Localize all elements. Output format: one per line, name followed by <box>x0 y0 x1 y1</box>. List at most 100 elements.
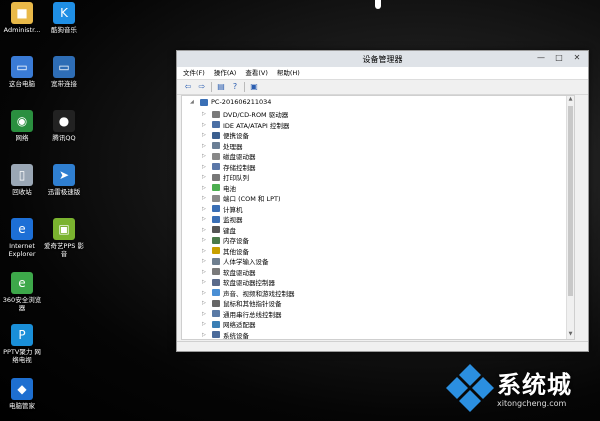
device-category-node[interactable]: ▷ 软盘驱动器 <box>202 267 256 277</box>
device-category-node[interactable]: ▷ 其他设备 <box>202 246 249 256</box>
desktop-icon-pc-manager[interactable]: ◆ 电脑管家 <box>0 378 44 410</box>
toolbar-separator <box>211 82 212 92</box>
device-category-icon <box>212 184 220 191</box>
expand-arrow-icon[interactable]: ▷ <box>202 227 208 233</box>
broadband-icon: ▭ <box>53 56 75 78</box>
expand-arrow-icon[interactable]: ▷ <box>202 174 208 180</box>
device-category-node[interactable]: ▷ 监视器 <box>202 214 243 224</box>
expand-arrow-icon[interactable]: ▷ <box>202 216 208 222</box>
device-category-node[interactable]: ▷ 内存设备 <box>202 235 249 245</box>
update-driver-icon[interactable]: ▣ <box>249 82 259 92</box>
expand-arrow-icon[interactable]: ▷ <box>202 321 208 327</box>
device-category-node[interactable]: ▷ 磁盘驱动器 <box>202 151 256 161</box>
device-category-node[interactable]: ▷ 电池 <box>202 183 236 193</box>
desktop-icon-kugou-music[interactable]: K 酷狗音乐 <box>42 2 86 34</box>
expand-arrow-icon[interactable]: ▷ <box>202 300 208 306</box>
device-tree[interactable]: ◢ PC-201606211034 ▷ DVD/CD-ROM 驱动器 ▷ IDE AT… <box>181 95 575 340</box>
expand-arrow-icon[interactable]: ▷ <box>202 185 208 191</box>
desktop-icon-internet-explorer[interactable]: e Internet Explorer <box>0 218 44 258</box>
expand-arrow-icon[interactable]: ▷ <box>202 206 208 212</box>
device-category-node[interactable]: ▷ 系统设备 <box>202 330 249 339</box>
desktop-icon-label: 回收站 <box>12 188 32 196</box>
desktop-icon-broadband[interactable]: ▭ 宽带连接 <box>42 56 86 88</box>
computer-root-node[interactable]: ◢ PC-201606211034 <box>190 98 271 106</box>
device-category-node[interactable]: ▷ 端口 (COM 和 LPT) <box>202 193 281 203</box>
tencent-qq-icon: ● <box>53 110 75 132</box>
desktop-icon-label: 网络 <box>15 134 29 142</box>
menu-file[interactable]: 文件(F) <box>183 67 205 79</box>
device-category-node[interactable]: ▷ 处理器 <box>202 141 243 151</box>
desktop-icon-360-browser[interactable]: e 360安全浏览器 <box>0 272 44 312</box>
maximize-button[interactable]: □ <box>550 52 568 64</box>
expand-arrow-icon[interactable]: ▷ <box>202 195 208 201</box>
title-bar[interactable]: 设备管理器 — □ ✕ <box>177 51 588 67</box>
expand-arrow-icon[interactable]: ▷ <box>202 153 208 159</box>
device-category-node[interactable]: ▷ DVD/CD-ROM 驱动器 <box>202 109 288 119</box>
expand-arrow-icon[interactable]: ▷ <box>202 258 208 264</box>
scroll-up-icon[interactable]: ▲ <box>567 96 574 104</box>
menu-action[interactable]: 操作(A) <box>214 67 237 79</box>
properties-icon[interactable]: ▤ <box>216 82 226 92</box>
device-category-label: 网络适配器 <box>223 321 256 329</box>
device-category-node[interactable]: ▷ 键盘 <box>202 225 236 235</box>
desktop-icon-iqiyi-pps[interactable]: ▣ 爱奇艺PPS 影音 <box>42 218 86 258</box>
device-category-node[interactable]: ▷ 通用串行总线控制器 <box>202 309 282 319</box>
expand-arrow-icon[interactable]: ▷ <box>202 269 208 275</box>
xunlei-icon: ➤ <box>53 164 75 186</box>
device-category-node[interactable]: ▷ 软盘驱动器控制器 <box>202 277 275 287</box>
expand-arrow-icon[interactable]: ▷ <box>202 248 208 254</box>
kugou-music-icon: K <box>53 2 75 24</box>
device-category-node[interactable]: ▷ 计算机 <box>202 204 243 214</box>
device-category-node[interactable]: ▷ IDE ATA/ATAPI 控制器 <box>202 120 289 130</box>
menu-view[interactable]: 查看(V) <box>245 67 268 79</box>
device-category-node[interactable]: ▷ 打印队列 <box>202 172 249 182</box>
expand-arrow-icon[interactable]: ▷ <box>202 279 208 285</box>
device-category-node[interactable]: ▷ 存储控制器 <box>202 162 256 172</box>
desktop-icon-tencent-qq[interactable]: ● 腾讯QQ <box>42 110 86 142</box>
desktop-icon-label: PPTV聚力 网络电视 <box>3 348 41 364</box>
menu-help[interactable]: 帮助(H) <box>277 67 300 79</box>
device-category-node[interactable]: ▷ 网络适配器 <box>202 319 256 329</box>
root-label: PC-201606211034 <box>211 98 272 106</box>
expand-arrow-icon[interactable]: ▷ <box>202 122 208 128</box>
device-manager-window[interactable]: 设备管理器 — □ ✕ 文件(F) 操作(A) 查看(V) 帮助(H) ⇦ ⇨ … <box>176 50 589 352</box>
device-category-icon <box>212 236 220 244</box>
expand-arrow-icon[interactable]: ▷ <box>202 311 208 317</box>
device-category-node[interactable]: ▷ 鼠标和其他指针设备 <box>202 298 282 308</box>
close-button[interactable]: ✕ <box>568 52 586 64</box>
desktop-icon-xunlei[interactable]: ➤ 迅雷极速版 <box>42 164 86 196</box>
expand-arrow-icon[interactable]: ▷ <box>202 290 208 296</box>
device-category-label: 处理器 <box>223 142 243 151</box>
help-icon[interactable]: ? <box>230 82 240 92</box>
device-category-node[interactable]: ▷ 声音、视频和游戏控制器 <box>202 288 295 298</box>
expand-arrow-icon[interactable]: ▷ <box>202 164 208 170</box>
scrollbar-thumb[interactable] <box>568 106 573 296</box>
minimize-button[interactable]: — <box>532 52 550 64</box>
device-category-icon <box>212 215 220 223</box>
scroll-down-icon[interactable]: ▼ <box>567 331 574 339</box>
device-category-label: 内存设备 <box>223 237 249 245</box>
expand-arrow-icon[interactable]: ▷ <box>202 132 208 138</box>
expand-arrow-icon[interactable]: ▷ <box>202 111 208 117</box>
back-arrow-icon[interactable]: ⇦ <box>183 82 193 92</box>
desktop-icon-label: 酷狗音乐 <box>51 26 77 34</box>
device-category-label: 监视器 <box>223 216 243 224</box>
forward-arrow-icon[interactable]: ⇨ <box>197 82 207 92</box>
device-category-node[interactable]: ▷ 便携设备 <box>202 130 249 140</box>
desktop-icon-label: 这台电脑 <box>9 80 35 88</box>
expand-arrow-icon[interactable]: ▷ <box>202 143 208 149</box>
device-category-node[interactable]: ▷ 人体学输入设备 <box>202 256 269 266</box>
desktop-icon-this-pc[interactable]: ▭ 这台电脑 <box>0 56 44 88</box>
desktop-icon-network[interactable]: ◉ 网络 <box>0 110 44 142</box>
collapse-arrow-icon[interactable]: ◢ <box>190 99 196 105</box>
device-category-label: DVD/CD-ROM 驱动器 <box>223 111 289 119</box>
watermark: 系统城 xitongcheng.com <box>445 357 597 417</box>
vertical-scrollbar[interactable]: ▲ ▼ <box>566 96 574 339</box>
desktop-icon-recycle-bin[interactable]: ▯ 回收站 <box>0 164 44 196</box>
window-title: 设备管理器 <box>362 55 403 64</box>
desktop-icon-pptv[interactable]: P PPTV聚力 网络电视 <box>0 324 44 364</box>
desktop-icon-administrator-folder[interactable]: ■ Administr... <box>0 2 44 34</box>
expand-arrow-icon[interactable]: ▷ <box>202 332 208 338</box>
status-bar <box>177 341 588 351</box>
expand-arrow-icon[interactable]: ▷ <box>202 237 208 243</box>
